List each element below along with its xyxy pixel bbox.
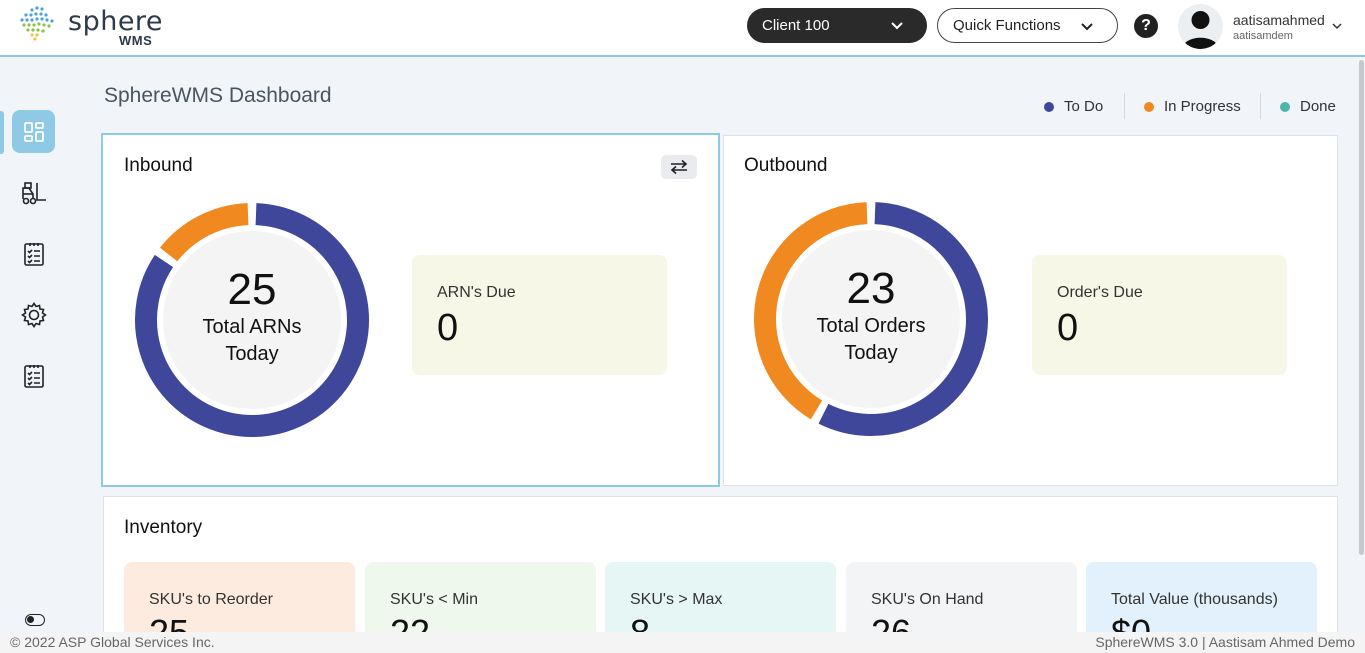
- report-icon: [23, 364, 44, 388]
- checklist-icon: [23, 242, 44, 266]
- help-button[interactable]: ?: [1134, 14, 1158, 38]
- legend-divider: [1260, 93, 1261, 119]
- page-scrollbar[interactable]: [1359, 60, 1364, 555]
- sidebar-item-settings[interactable]: [12, 293, 55, 336]
- arn-due-box[interactable]: ARN's Due 0: [412, 255, 667, 375]
- legend-label: In Progress: [1164, 98, 1241, 115]
- footer-copyright: © 2022 ASP Global Services Inc.: [10, 634, 215, 650]
- arn-due-label: ARN's Due: [437, 284, 516, 301]
- footer: © 2022 ASP Global Services Inc. SphereWM…: [0, 632, 1365, 653]
- top-header: sphere WMS Client 100 Quick Functions ? …: [0, 0, 1365, 57]
- globe-icon: [20, 6, 54, 41]
- sidebar-active-marker: [0, 111, 4, 154]
- order-due-value: 0: [1057, 307, 1079, 349]
- outbound-total-value: 23: [846, 264, 896, 313]
- legend-item-todo: To Do: [1044, 98, 1103, 115]
- footer-version: SphereWMS 3.0 | Aastisam Ahmed Demo: [1095, 634, 1355, 650]
- dashboard-icon: [23, 121, 44, 142]
- legend-label: Done: [1300, 98, 1336, 115]
- inbound-title: Inbound: [124, 155, 193, 176]
- logo-subtext: WMS: [119, 33, 153, 48]
- outbound-card[interactable]: Outbound 23 Total Orders Today Order's D…: [723, 135, 1338, 486]
- inventory-tile-above-max[interactable]: SKU's > Max 8: [605, 562, 836, 642]
- gear-icon: [20, 301, 47, 328]
- inventory-tile-label: SKU's to Reorder: [149, 591, 273, 608]
- avatar[interactable]: [1178, 4, 1223, 49]
- order-due-box[interactable]: Order's Due 0: [1032, 255, 1287, 375]
- inventory-tile-on-hand[interactable]: SKU's On Hand 26: [846, 562, 1077, 642]
- quick-functions-button[interactable]: Quick Functions: [937, 8, 1118, 43]
- legend-item-done: Done: [1280, 98, 1336, 115]
- legend-dot: [1144, 101, 1154, 112]
- legend-divider: [1124, 93, 1125, 119]
- forklift-icon: [21, 181, 46, 204]
- legend-item-in-progress: In Progress: [1144, 98, 1241, 115]
- inbound-total-sublabel: Today: [225, 343, 279, 365]
- user-icon: [1182, 11, 1219, 49]
- client-selector-label: Client 100: [762, 17, 830, 34]
- inventory-tile-label: SKU's < Min: [390, 591, 478, 608]
- theme-toggle[interactable]: [25, 614, 45, 626]
- sidebar-item-tasks[interactable]: [12, 232, 55, 275]
- legend-dot: [1280, 101, 1290, 112]
- quick-functions-label: Quick Functions: [953, 17, 1061, 34]
- user-org: aatisamdem: [1233, 30, 1293, 42]
- page-title: SphereWMS Dashboard: [104, 84, 332, 107]
- inventory-title: Inventory: [124, 517, 203, 538]
- swap-button[interactable]: [661, 155, 697, 179]
- inventory-tile-label: SKU's > Max: [630, 591, 723, 608]
- help-icon: ?: [1141, 17, 1151, 34]
- inventory-tile-below-min[interactable]: SKU's < Min 22: [365, 562, 596, 642]
- outbound-title: Outbound: [744, 155, 828, 176]
- inventory-tile-reorder[interactable]: SKU's to Reorder 25: [124, 562, 355, 642]
- legend-dot: [1044, 101, 1054, 112]
- chevron-down-icon: [891, 22, 903, 30]
- inbound-total: 25 Total ARNs Today: [162, 266, 342, 368]
- inbound-total-label: Total ARNs: [202, 316, 302, 338]
- order-due-label: Order's Due: [1057, 284, 1143, 301]
- legend-label: To Do: [1064, 98, 1104, 115]
- user-name[interactable]: aatisamahmed: [1233, 12, 1325, 28]
- sidebar-item-reports[interactable]: [12, 354, 55, 397]
- sidebar-item-warehouse[interactable]: [12, 171, 55, 214]
- inventory-tile-label: SKU's On Hand: [871, 591, 984, 608]
- sidebar: [0, 59, 68, 633]
- sidebar-item-dashboard[interactable]: [12, 110, 55, 153]
- client-selector[interactable]: Client 100: [747, 8, 927, 43]
- chevron-down-icon[interactable]: [1331, 20, 1343, 32]
- swap-arrows-icon: [670, 159, 688, 175]
- outbound-total: 23 Total Orders Today: [781, 265, 961, 367]
- arn-due-value: 0: [437, 307, 459, 349]
- inventory-tile-label: Total Value (thousands): [1111, 591, 1278, 608]
- inbound-card[interactable]: Inbound 25 Total ARNs Today ARN's Due 0: [101, 133, 720, 487]
- sphere-logo[interactable]: sphere WMS: [18, 4, 178, 48]
- inbound-total-value: 25: [227, 265, 277, 314]
- inventory-tile-total-value[interactable]: Total Value (thousands) $0: [1086, 562, 1317, 642]
- outbound-total-sublabel: Today: [844, 342, 898, 364]
- outbound-total-label: Total Orders: [816, 315, 926, 337]
- chevron-down-icon: [1081, 23, 1093, 31]
